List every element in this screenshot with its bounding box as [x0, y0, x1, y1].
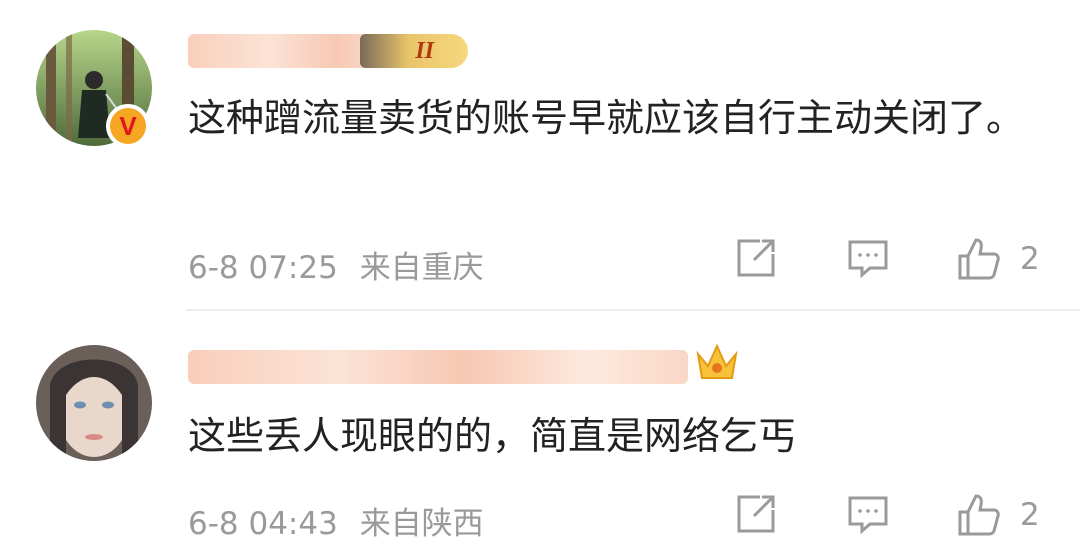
share-button[interactable]	[734, 236, 778, 280]
share-button[interactable]	[734, 492, 778, 536]
comment-item: 这些丢人现眼的的，简直是网络乞丐 6-8 04:43 来自陕西 2	[0, 312, 1080, 556]
like-icon	[958, 238, 1000, 280]
share-icon	[737, 495, 775, 533]
level-badge: II	[360, 34, 468, 68]
comment-button[interactable]	[846, 236, 890, 280]
comment-button[interactable]	[846, 492, 890, 536]
comment-date: 6-8 04:43	[188, 506, 338, 542]
verified-icon: V	[106, 104, 150, 148]
comment-date: 6-8 07:25	[188, 250, 338, 286]
avatar[interactable]	[36, 345, 152, 461]
comment-meta: 6-8 04:43 来自陕西	[188, 498, 484, 543]
like-button[interactable]: 2	[956, 492, 1040, 538]
comment-meta: 6-8 07:25 来自重庆	[188, 242, 484, 287]
comment-item: V II 这种蹭流量卖货的账号早就应该自行主动关闭了。 6-8 07:25 来自…	[0, 0, 1080, 310]
like-count: 2	[1020, 497, 1040, 533]
level-badge-label: II	[415, 37, 434, 64]
share-icon	[737, 239, 775, 277]
like-icon	[958, 494, 1000, 536]
like-count: 2	[1020, 241, 1040, 277]
comment-icon	[848, 496, 888, 535]
username-blurred[interactable]	[188, 350, 688, 384]
crown-icon	[696, 343, 738, 379]
like-button[interactable]: 2	[956, 236, 1040, 282]
comment-icon	[848, 240, 888, 279]
comment-location: 来自重庆	[359, 250, 484, 286]
divider	[186, 309, 1080, 311]
comment-location: 来自陕西	[359, 506, 484, 542]
comment-text: 这些丢人现眼的的，简直是网络乞丐	[188, 414, 797, 458]
verified-mark: V	[110, 108, 146, 144]
comment-text: 这种蹭流量卖货的账号早就应该自行主动关闭了。	[188, 96, 1025, 140]
